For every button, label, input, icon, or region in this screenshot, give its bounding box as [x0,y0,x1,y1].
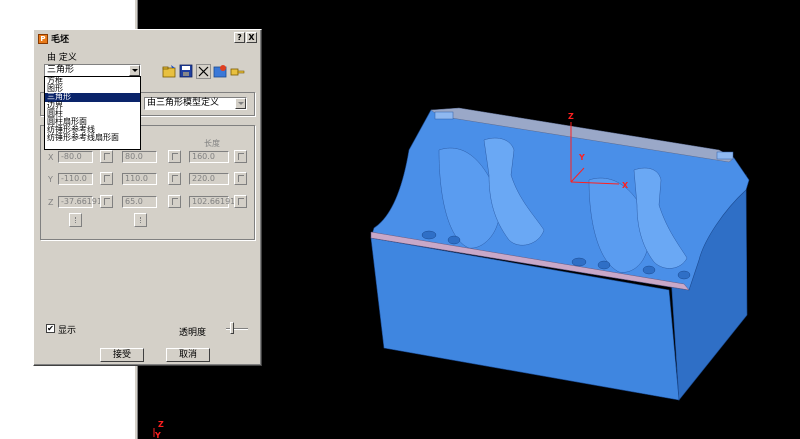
z-length-pick-icon [234,195,247,208]
z-max-field: 65.0 [122,196,157,208]
show-label: 显示 [58,326,77,336]
lock-max-button [134,213,147,227]
y-length-pick-icon [234,172,247,185]
define-by-value: 三角形 [47,65,75,75]
y-length-field: 220.0 [189,173,229,185]
x-min-pick-icon [100,150,113,163]
x-length-pick-icon [234,150,247,163]
z-max-pick-icon [168,195,181,208]
z-length-field: 102.66191 [189,196,235,208]
y-max-pick-icon [168,172,181,185]
axis-x-row-label: X [48,153,54,162]
scissors-icon[interactable] [196,64,211,79]
lock-min-button [69,213,82,227]
corner-axis-triad: Z Y [153,420,164,439]
app-icon: P [38,33,48,44]
z-min-field: -37.66191 [58,196,102,208]
dialog-titlebar[interactable]: P 毛坯 ? X [36,32,259,45]
corner-z-label: Z [158,420,164,429]
dialog-title: 毛坯 [51,35,70,45]
axis-z-label: Z [568,112,574,121]
y-max-field: 110.0 [122,173,157,185]
block-dialog: P 毛坯 ? X 由 定义 三角形 由三角形模型定义 长度 X -80.0 80… [33,29,262,366]
model-icon[interactable] [213,64,228,79]
help-button[interactable]: ? [234,32,245,43]
define-by-label: 由 定义 [47,53,77,63]
x-max-field: 80.0 [122,151,157,163]
length-header: 长度 [204,139,220,148]
x-max-pick-icon [168,150,181,163]
option-spindle-reference-sector[interactable]: 纺锤形参考线扇形面 [45,134,140,142]
close-button[interactable]: X [246,32,257,43]
cancel-button[interactable]: 取消 [166,348,210,362]
transparency-slider-thumb[interactable] [230,322,234,334]
accept-button[interactable]: 接受 [100,348,144,362]
y-min-field: -110.0 [58,173,93,185]
z-min-pick-icon [100,195,113,208]
axis-z-row-label: Z [48,198,54,207]
x-min-field: -80.0 [58,151,93,163]
define-by-dropdown-list[interactable]: 方框 图形 三角形 边界 圆柱 圆柱扇形面 纺锤形参考线 纺锤形参考线扇形面 [44,76,141,150]
axis-y-row-label: Y [48,175,53,184]
chevron-down-icon[interactable] [129,65,140,76]
corner-y-label: Y [154,431,161,439]
y-min-pick-icon [100,172,113,185]
key-icon[interactable] [230,64,245,79]
axis-x-label: X [622,181,629,190]
axis-y-label: Y [578,153,585,162]
show-checkbox[interactable]: ✔ [46,324,55,333]
transparency-label: 透明度 [179,328,207,338]
x-length-field: 160.0 [189,151,229,163]
open-folder-icon[interactable] [162,64,177,79]
save-icon[interactable] [179,64,194,79]
